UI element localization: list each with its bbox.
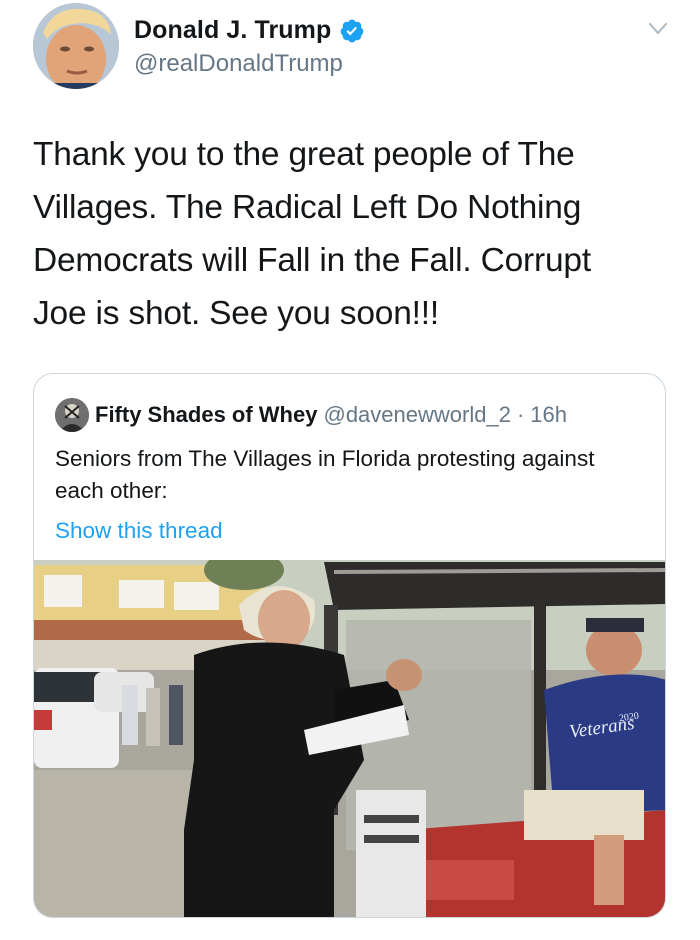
show-thread-link[interactable]: Show this thread bbox=[55, 518, 223, 544]
tweet-text: Thank you to the great people of The Vil… bbox=[33, 136, 591, 332]
quoted-tweet-header: Fifty Shades of Whey @davenewworld_2 · 1… bbox=[55, 398, 567, 432]
quoted-author-avatar bbox=[55, 398, 89, 432]
quoted-tweet-time: 16h bbox=[530, 402, 567, 427]
author-avatar[interactable] bbox=[33, 3, 119, 89]
author-name-row[interactable]: Donald J. Trump bbox=[134, 16, 365, 45]
chevron-down-icon[interactable] bbox=[648, 22, 668, 36]
quoted-author-name: Fifty Shades of Whey bbox=[95, 402, 318, 427]
quoted-tweet-media[interactable]: Veterans 2020 bbox=[34, 560, 665, 917]
quoted-tweet-text: Seniors from The Villages in Florida pro… bbox=[55, 446, 595, 503]
quoted-tweet-card[interactable]: Fifty Shades of Whey @davenewworld_2 · 1… bbox=[33, 373, 666, 918]
author-handle[interactable]: @realDonaldTrump bbox=[134, 50, 343, 78]
verified-badge-icon bbox=[340, 19, 364, 42]
quoted-author-handle: @davenewworld_2 bbox=[323, 402, 511, 427]
author-display-name[interactable]: Donald J. Trump bbox=[134, 16, 331, 45]
timestamp-separator: · bbox=[516, 402, 525, 427]
